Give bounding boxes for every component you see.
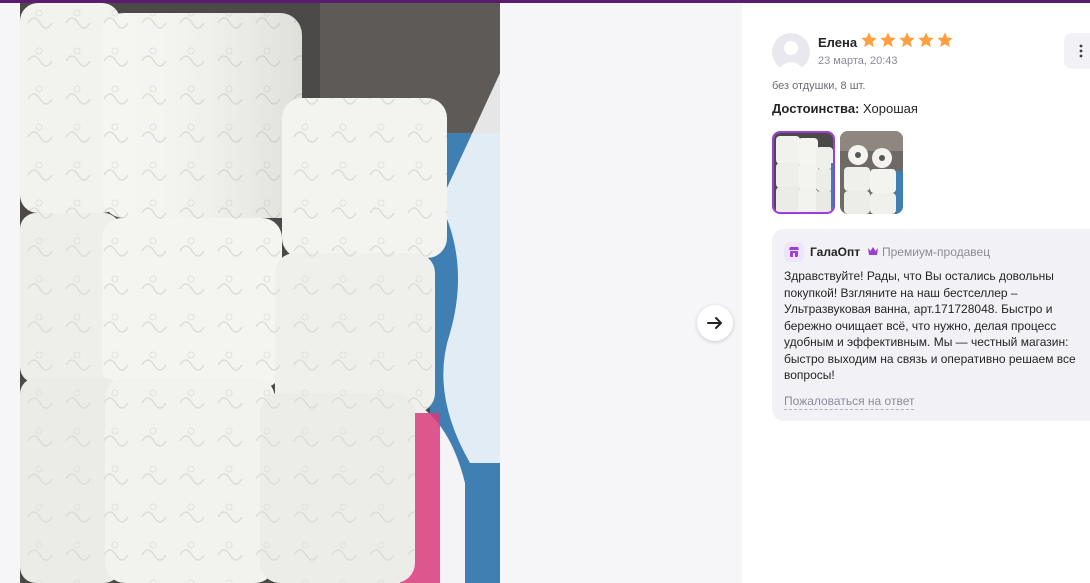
star-icon <box>899 32 915 48</box>
shop-icon <box>784 242 804 262</box>
review-date: 23 марта, 20:43 <box>818 55 898 67</box>
review-panel: Елена 23 марта, 20:43 без отдушки, 8 шт.… <box>742 3 1090 583</box>
arrow-right-icon <box>707 317 722 329</box>
star-icon <box>861 32 877 48</box>
more-vertical-icon <box>1079 44 1083 58</box>
photo-thumbnail-1[interactable] <box>772 131 835 214</box>
merits-label: Достоинства: <box>772 101 860 116</box>
shop-name[interactable]: ГалаОпт <box>810 245 860 259</box>
rating-stars <box>860 31 954 49</box>
review-merits: Достоинства: Хорошая <box>772 101 918 116</box>
review-author: Елена <box>818 35 858 50</box>
more-options-button[interactable] <box>1064 33 1090 69</box>
next-photo-button[interactable] <box>697 305 733 341</box>
photo-thumbnail-2[interactable] <box>840 131 903 214</box>
star-icon <box>918 32 934 48</box>
report-reply-link[interactable]: Пожаловаться на ответ <box>784 394 915 410</box>
premium-seller-badge: Премиум-продавец <box>882 245 991 259</box>
photo-gallery <box>0 3 742 583</box>
merits-text: Хорошая <box>863 101 918 116</box>
seller-reply-text: Здравствуйте! Рады, что Вы остались дово… <box>784 269 1076 382</box>
star-icon <box>937 32 953 48</box>
product-variant: без отдушки, 8 шт. <box>772 80 866 92</box>
seller-reply: ГалаОпт Премиум-продавец Здравствуйте! Р… <box>772 229 1090 421</box>
star-icon <box>880 32 896 48</box>
crown-icon <box>868 247 878 255</box>
user-avatar-icon <box>772 33 810 71</box>
review-photo[interactable] <box>20 3 500 583</box>
